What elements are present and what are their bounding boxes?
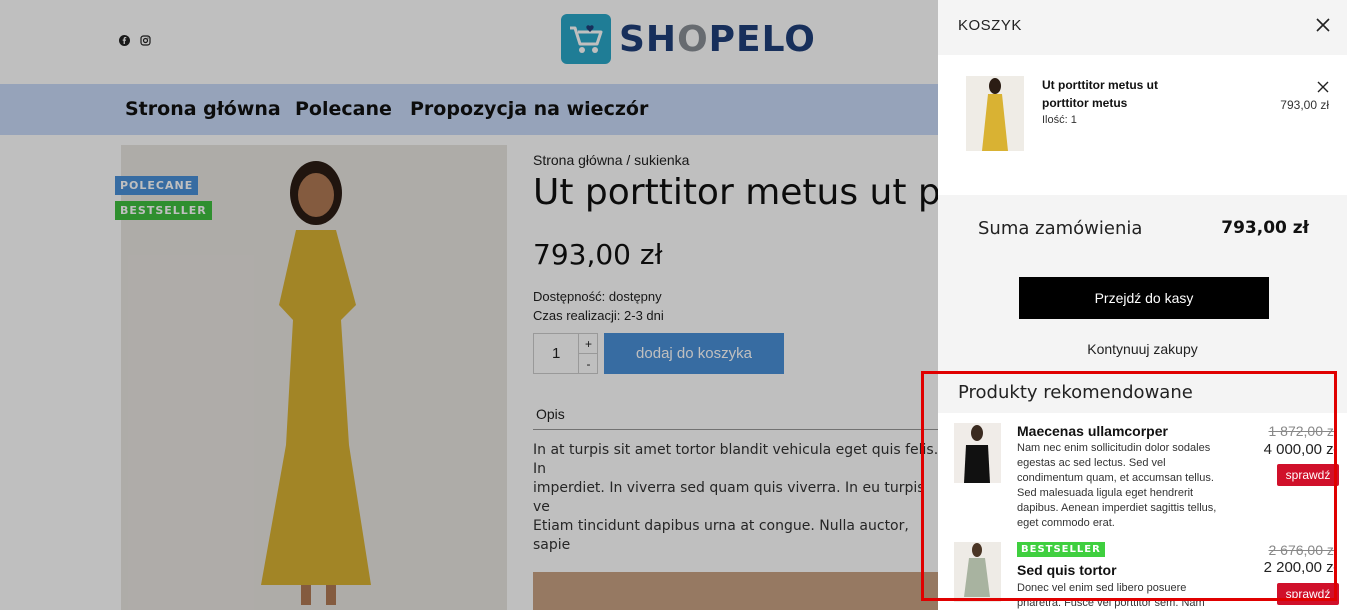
recommended-item-price: 4 000,00 zł <box>1263 441 1337 458</box>
recommended-item-image[interactable] <box>954 423 1001 483</box>
cart-item-quantity: Ilość: 1 <box>1042 114 1077 126</box>
order-total-label: Suma zamówienia <box>978 218 1143 239</box>
recommended-item-old-price: 1 872,00 zł <box>1268 423 1338 439</box>
recommended-item-description: Donec vel enim sed libero posuere pharet… <box>1017 582 1205 609</box>
cart-item-price: 793,00 zł <box>1280 98 1329 112</box>
close-icon[interactable] <box>1314 16 1332 34</box>
page-overlay[interactable] <box>0 0 938 610</box>
cart-header: KOSZYK <box>938 0 1347 55</box>
cart-item-image[interactable] <box>966 76 1024 151</box>
recommended-item-price: 2 200,00 zł <box>1263 559 1337 576</box>
check-product-button[interactable]: sprawdź <box>1277 583 1339 605</box>
cart-item-name[interactable]: Ut porttitor metus ut porttitor metus <box>1042 76 1202 112</box>
recommended-item-description: Nam nec enim sollicitudin dolor sodales … <box>1017 442 1217 529</box>
order-total-value: 793,00 zł <box>1221 218 1309 238</box>
recommended-list: Maecenas ullamcorper Nam nec enim sollic… <box>938 413 1347 610</box>
check-product-button[interactable]: sprawdź <box>1277 464 1339 486</box>
recommended-item-image[interactable] <box>954 542 1001 602</box>
recommended-title: Produkty rekomendowane <box>958 382 1193 403</box>
continue-shopping-link[interactable]: Kontynuuj zakupy <box>938 341 1347 357</box>
cart-item: Ut porttitor metus ut porttitor metus Il… <box>938 55 1347 195</box>
recommended-item-name[interactable]: Sed quis tortor <box>1017 562 1117 578</box>
checkout-button[interactable]: Przejdź do kasy <box>1019 277 1269 319</box>
recommended-item-badge: BESTSELLER <box>1017 542 1105 557</box>
cart-title: KOSZYK <box>958 17 1022 34</box>
cart-drawer: KOSZYK Ut porttitor metus ut porttitor m… <box>938 0 1347 610</box>
remove-item-icon[interactable] <box>1317 80 1329 93</box>
recommended-item-old-price: 2 676,00 zł <box>1268 542 1338 558</box>
recommended-item-name[interactable]: Maecenas ullamcorper <box>1017 423 1168 439</box>
